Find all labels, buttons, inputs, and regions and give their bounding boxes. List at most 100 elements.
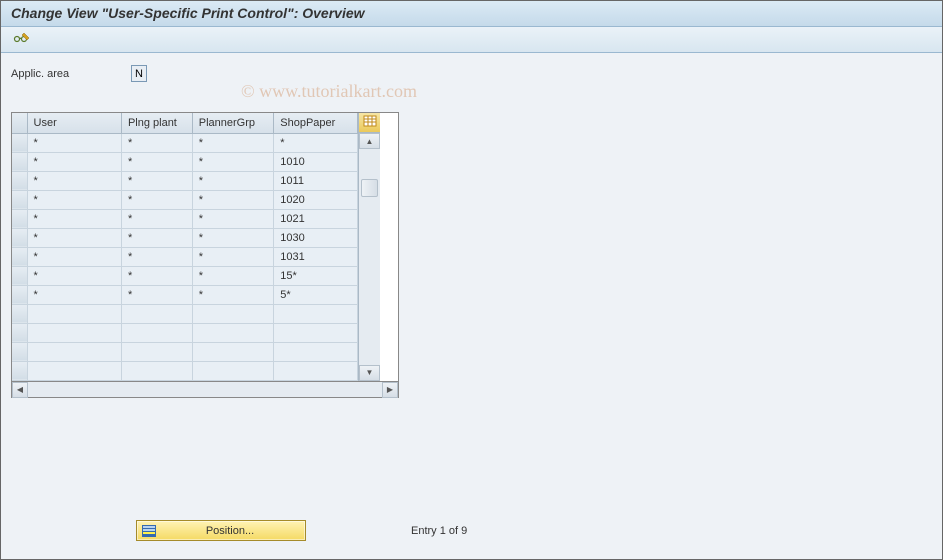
cell-shop-paper[interactable]: 1021 [274,209,358,228]
toggle-display-change-button[interactable] [11,30,33,50]
cell-empty[interactable] [27,323,121,342]
cell-user[interactable]: * [27,209,121,228]
scroll-thumb[interactable] [361,179,378,197]
position-icon [141,524,157,538]
table-row: ***1010 [12,152,358,171]
row-selector[interactable] [12,247,27,266]
table-row: ***1020 [12,190,358,209]
col-header-planner-grp[interactable]: PlannerGrp [192,113,274,133]
cell-planner-grp[interactable]: * [192,133,274,152]
cell-empty[interactable] [27,361,121,380]
col-header-plng-plant[interactable]: Plng plant [121,113,192,133]
table-row: ***1030 [12,228,358,247]
table-row: **** [12,133,358,152]
cell-empty[interactable] [121,361,192,380]
row-selector[interactable] [12,304,27,323]
table-row-empty [12,361,358,380]
cell-planner-grp[interactable]: * [192,228,274,247]
row-selector[interactable] [12,171,27,190]
cell-empty[interactable] [121,342,192,361]
vertical-scrollbar[interactable]: ▲ ▼ [359,133,380,381]
row-selector-header[interactable] [12,113,27,133]
table-settings-button[interactable] [359,113,380,133]
cell-planner-grp[interactable]: * [192,209,274,228]
cell-user[interactable]: * [27,247,121,266]
cell-empty[interactable] [192,323,274,342]
cell-user[interactable]: * [27,190,121,209]
cell-empty[interactable] [121,304,192,323]
cell-empty[interactable] [121,323,192,342]
row-selector[interactable] [12,133,27,152]
cell-plng-plant[interactable]: * [121,266,192,285]
horizontal-scrollbar[interactable]: ◀ ▶ [11,382,399,398]
page-title: Change View "User-Specific Print Control… [11,5,932,21]
cell-planner-grp[interactable]: * [192,285,274,304]
cell-shop-paper[interactable]: 1030 [274,228,358,247]
cell-plng-plant[interactable]: * [121,190,192,209]
cell-plng-plant[interactable]: * [121,228,192,247]
row-selector[interactable] [12,361,27,380]
row-selector[interactable] [12,228,27,247]
cell-shop-paper[interactable]: 1010 [274,152,358,171]
cell-plng-plant[interactable]: * [121,209,192,228]
row-selector[interactable] [12,285,27,304]
table-row: ***1031 [12,247,358,266]
table-row: ***1021 [12,209,358,228]
table-row: ***1011 [12,171,358,190]
cell-empty[interactable] [27,304,121,323]
row-selector[interactable] [12,323,27,342]
cell-empty[interactable] [274,323,358,342]
table-row-empty [12,304,358,323]
row-selector[interactable] [12,190,27,209]
cell-empty[interactable] [274,304,358,323]
scroll-left-button[interactable]: ◀ [12,382,28,398]
cell-plng-plant[interactable]: * [121,133,192,152]
cell-user[interactable]: * [27,133,121,152]
row-selector[interactable] [12,152,27,171]
cell-user[interactable]: * [27,285,121,304]
cell-empty[interactable] [274,361,358,380]
row-selector[interactable] [12,342,27,361]
cell-planner-grp[interactable]: * [192,171,274,190]
col-header-user[interactable]: User [27,113,121,133]
scroll-track[interactable] [359,149,380,365]
cell-plng-plant[interactable]: * [121,285,192,304]
cell-shop-paper[interactable]: 15* [274,266,358,285]
entry-count: Entry 1 of 9 [411,525,467,537]
cell-planner-grp[interactable]: * [192,247,274,266]
cell-user[interactable]: * [27,228,121,247]
col-header-shop-paper[interactable]: ShopPaper [274,113,358,133]
toolbar [1,27,942,53]
glasses-pencil-icon [13,31,31,48]
cell-empty[interactable] [27,342,121,361]
cell-shop-paper[interactable]: 1020 [274,190,358,209]
cell-shop-paper[interactable]: 1031 [274,247,358,266]
cell-empty[interactable] [192,304,274,323]
applic-area-label: Applic. area [11,68,131,80]
applic-area-input[interactable] [131,65,147,82]
cell-user[interactable]: * [27,266,121,285]
cell-plng-plant[interactable]: * [121,171,192,190]
cell-plng-plant[interactable]: * [121,247,192,266]
table-right-strip: ▲ ▼ [358,113,380,381]
scroll-right-button[interactable]: ▶ [382,382,398,398]
position-button[interactable]: Position... [136,520,306,541]
cell-planner-grp[interactable]: * [192,266,274,285]
cell-planner-grp[interactable]: * [192,152,274,171]
cell-user[interactable]: * [27,152,121,171]
table-settings-icon [363,115,377,130]
row-selector[interactable] [12,209,27,228]
cell-planner-grp[interactable]: * [192,190,274,209]
cell-user[interactable]: * [27,171,121,190]
scroll-up-button[interactable]: ▲ [359,133,380,149]
cell-empty[interactable] [192,361,274,380]
cell-empty[interactable] [274,342,358,361]
cell-plng-plant[interactable]: * [121,152,192,171]
cell-empty[interactable] [192,342,274,361]
cell-shop-paper[interactable]: * [274,133,358,152]
cell-shop-paper[interactable]: 1011 [274,171,358,190]
scroll-down-button[interactable]: ▼ [359,365,380,381]
row-selector[interactable] [12,266,27,285]
h-scroll-track[interactable] [28,382,382,397]
cell-shop-paper[interactable]: 5* [274,285,358,304]
